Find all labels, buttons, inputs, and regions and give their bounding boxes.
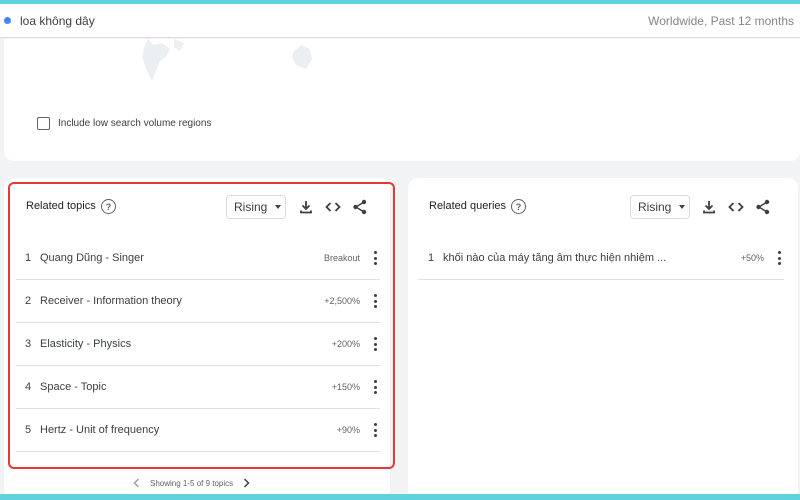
- table-row[interactable]: 1 khối nào của máy tăng âm thực hiện nhi…: [418, 237, 784, 280]
- row-label[interactable]: Receiver - Information theory: [40, 295, 324, 307]
- more-vert-icon[interactable]: [370, 380, 380, 394]
- search-term-bar[interactable]: loa không dây Worldwide, Past 12 months: [0, 4, 800, 38]
- share-icon[interactable]: [754, 198, 772, 216]
- map-landmass: [142, 39, 184, 81]
- related-topics-header: Related topics ? Rising: [4, 178, 390, 238]
- row-label[interactable]: khối nào của máy tăng âm thực hiện nhiệm…: [443, 252, 666, 264]
- help-icon[interactable]: ?: [101, 199, 116, 214]
- more-vert-icon[interactable]: [370, 337, 380, 351]
- download-icon[interactable]: [297, 198, 315, 216]
- download-icon[interactable]: [700, 198, 718, 216]
- row-rank: 1: [428, 252, 435, 264]
- queries-sort-select[interactable]: Rising: [630, 195, 690, 219]
- row-rank: 2: [25, 295, 32, 307]
- row-value: Breakout: [323, 253, 360, 263]
- more-vert-icon[interactable]: [370, 294, 380, 308]
- more-vert-icon[interactable]: [370, 251, 380, 265]
- search-term[interactable]: loa không dây: [20, 14, 95, 28]
- row-value: +200%: [331, 339, 360, 349]
- row-label[interactable]: Quang Dũng - Singer: [40, 252, 324, 264]
- topics-pagination: Showing 1-5 of 9 topics: [130, 477, 253, 489]
- chevron-left-icon[interactable]: [130, 477, 144, 489]
- embed-code-icon[interactable]: [727, 198, 745, 216]
- row-rank: 1: [25, 252, 32, 264]
- low-volume-checkbox[interactable]: [37, 117, 50, 130]
- table-row[interactable]: 1 Quang Dũng - Singer Breakout: [16, 237, 380, 280]
- related-queries-card: Related queries ? Rising 1 khối nào của …: [408, 178, 798, 500]
- chevron-right-icon[interactable]: [239, 477, 253, 489]
- topics-sort-select[interactable]: Rising: [226, 195, 286, 219]
- caret-down-icon: [275, 205, 282, 209]
- more-vert-icon[interactable]: [370, 423, 380, 437]
- queries-sort-label: Rising: [638, 200, 672, 214]
- low-volume-checkbox-row[interactable]: Include low search volume regions: [37, 117, 211, 130]
- low-volume-label: Include low search volume regions: [58, 118, 212, 129]
- related-topics-title: Related topics: [26, 200, 96, 212]
- pagination-text: Showing 1-5 of 9 topics: [150, 478, 234, 488]
- share-icon[interactable]: [351, 198, 369, 216]
- row-label[interactable]: Space - Topic: [40, 381, 332, 393]
- related-queries-title: Related queries: [429, 200, 507, 212]
- table-row[interactable]: 3 Elasticity - Physics +200%: [16, 323, 380, 366]
- row-value: +2,500%: [324, 296, 360, 306]
- caret-down-icon: [679, 205, 686, 209]
- row-value: +90%: [336, 425, 360, 435]
- region-map-card: Include low search volume regions: [4, 39, 800, 161]
- table-row[interactable]: 4 Space - Topic +150%: [16, 366, 380, 409]
- term-color-dot: [4, 17, 11, 24]
- row-rank: 3: [25, 338, 32, 350]
- row-rank: 4: [25, 381, 32, 393]
- embed-code-icon[interactable]: [324, 198, 342, 216]
- search-meta: Worldwide, Past 12 months: [648, 13, 794, 28]
- table-row[interactable]: 5 Hertz - Unit of frequency +90%: [16, 409, 380, 452]
- related-topics-card: Related topics ? Rising 1 Quang Dũng - S…: [4, 178, 390, 500]
- map-landmass-australia: [292, 45, 312, 69]
- help-icon[interactable]: ?: [511, 199, 526, 214]
- row-label[interactable]: Elasticity - Physics: [40, 338, 332, 350]
- row-value: +150%: [331, 382, 360, 392]
- related-queries-header: Related queries ? Rising: [408, 178, 798, 238]
- row-label[interactable]: Hertz - Unit of frequency: [40, 424, 337, 436]
- topics-sort-label: Rising: [234, 200, 268, 214]
- row-value: +50%: [740, 253, 764, 263]
- more-vert-icon[interactable]: [774, 251, 784, 265]
- window-frame-bottom: [0, 494, 800, 500]
- table-row[interactable]: 2 Receiver - Information theory +2,500%: [16, 280, 380, 323]
- row-rank: 5: [25, 424, 32, 436]
